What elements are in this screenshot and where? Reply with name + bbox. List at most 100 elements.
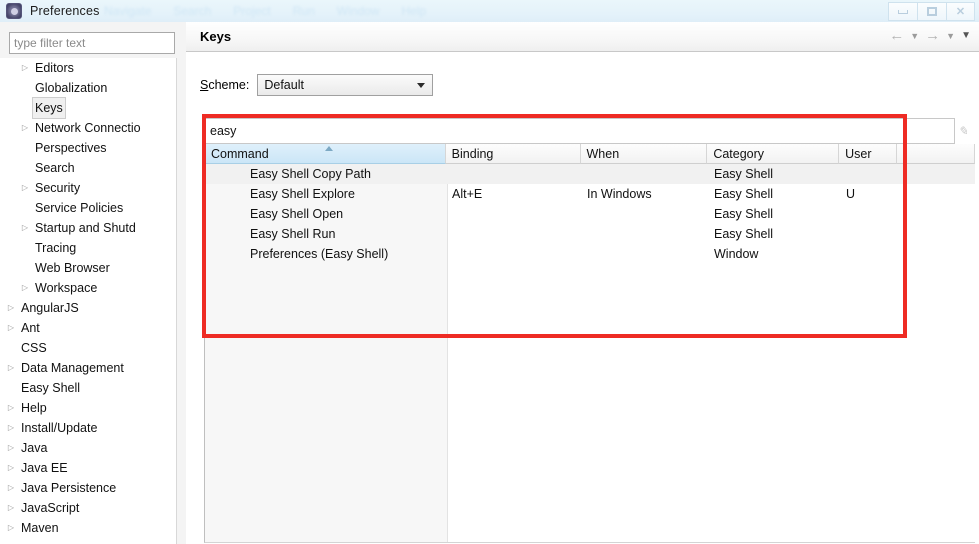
sidebar-item-label: Easy Shell xyxy=(21,381,81,395)
cell-when xyxy=(581,204,708,224)
back-dropdown-icon[interactable]: ▼ xyxy=(910,31,919,41)
column-header-when[interactable]: When xyxy=(580,144,708,164)
column-header-binding[interactable]: Binding xyxy=(445,144,581,164)
sidebar-item-label: Java EE xyxy=(21,461,68,475)
keys-table[interactable]: Command Binding When Category User Easy Shel… xyxy=(204,144,975,335)
sidebar-item-service-policies[interactable]: Service Policies xyxy=(0,198,163,218)
column-header-user[interactable]: User xyxy=(839,144,898,164)
forward-dropdown-icon[interactable]: ▼ xyxy=(946,31,955,41)
title-bar: Preferences xyxy=(0,0,979,22)
expand-arrow-icon[interactable]: ▷ xyxy=(18,218,32,238)
keys-table-header: Command Binding When Category User xyxy=(205,144,975,164)
sidebar-item-javascript[interactable]: ▷ JavaScript xyxy=(0,498,163,518)
sidebar-item-help[interactable]: ▷ Help xyxy=(0,398,163,418)
expand-arrow-icon[interactable]: ▷ xyxy=(4,478,18,498)
tree-filter-input[interactable] xyxy=(9,32,175,54)
chevron-down-icon xyxy=(417,83,426,88)
keys-search-input[interactable] xyxy=(205,119,954,143)
sidebar-item-search[interactable]: Search xyxy=(0,158,163,178)
sidebar-item-tracing[interactable]: Tracing xyxy=(0,238,163,258)
expand-arrow-icon[interactable]: ▷ xyxy=(4,318,18,338)
sidebar-item-web-browser[interactable]: Web Browser xyxy=(0,258,163,278)
expand-arrow-icon[interactable]: ▷ xyxy=(4,438,18,458)
window-title: Preferences xyxy=(30,4,100,18)
table-row[interactable]: Easy Shell Run Easy Shell xyxy=(205,224,975,244)
expand-arrow-icon[interactable]: ▷ xyxy=(4,418,18,438)
cell-binding xyxy=(446,224,581,244)
table-row[interactable]: Easy Shell Copy Path Easy Shell xyxy=(205,164,975,184)
expand-arrow-icon[interactable]: ▷ xyxy=(18,118,32,138)
close-icon: ✕ xyxy=(955,6,966,18)
expand-arrow-icon[interactable]: ▷ xyxy=(4,358,18,378)
cell-command: Easy Shell Open xyxy=(250,207,344,221)
sidebar-item-globalization[interactable]: Globalization xyxy=(0,78,163,98)
keys-page: Keys ← ▼ → ▼ ▼ Scheme: Default ✎ xyxy=(186,22,979,544)
restore-button[interactable] xyxy=(917,2,946,21)
cell-category: Easy Shell xyxy=(714,187,774,201)
cell-user xyxy=(840,204,898,224)
sidebar-item-java[interactable]: ▷ Java xyxy=(0,438,163,458)
cell-when xyxy=(581,244,708,264)
sidebar-item-label: Maven xyxy=(21,521,59,535)
keys-table-body[interactable]: Easy Shell Copy Path Easy Shell Easy Shell… xyxy=(205,164,975,264)
cell-command: Easy Shell Run xyxy=(250,227,336,241)
sidebar-item-label: Data Management xyxy=(21,361,124,375)
column-header-command[interactable]: Command xyxy=(205,144,446,164)
sidebar-item-editors[interactable]: ▷ Editors xyxy=(0,58,163,78)
key-details-white-area xyxy=(447,338,976,542)
sidebar-item-label: Help xyxy=(21,401,47,415)
close-button[interactable]: ✕ xyxy=(946,2,975,21)
forward-icon[interactable]: → xyxy=(925,27,940,44)
expand-arrow-icon[interactable]: ▷ xyxy=(18,278,32,298)
sidebar-item-label: Install/Update xyxy=(21,421,98,435)
sidebar-item-label: Service Policies xyxy=(35,201,124,215)
minimize-button[interactable] xyxy=(888,2,917,21)
back-icon[interactable]: ← xyxy=(889,27,904,44)
table-row[interactable]: Easy Shell Explore Alt+E In Windows Easy Sh… xyxy=(205,184,975,204)
sidebar-item-workspace[interactable]: ▷ Workspace xyxy=(0,278,163,298)
sidebar-item-network-connectio[interactable]: ▷ Network Connectio xyxy=(0,118,163,138)
page-menu-icon[interactable]: ▼ xyxy=(961,30,971,41)
table-row[interactable]: Preferences (Easy Shell) Window xyxy=(205,244,975,264)
sidebar-item-label: Startup and Shutd xyxy=(35,221,136,235)
sidebar-item-data-management[interactable]: ▷ Data Management xyxy=(0,358,163,378)
sidebar-item-java-persistence[interactable]: ▷ Java Persistence xyxy=(0,478,163,498)
sidebar-item-keys[interactable]: Keys xyxy=(0,97,163,119)
sidebar-item-label: Search xyxy=(35,161,75,175)
column-header-filler xyxy=(897,144,975,164)
sidebar-item-startup-and-shutd[interactable]: ▷ Startup and Shutd xyxy=(0,218,163,238)
sidebar-item-label: Workspace xyxy=(35,281,98,295)
sidebar-item-label: Web Browser xyxy=(35,261,110,275)
expand-arrow-icon[interactable]: ▷ xyxy=(18,178,32,198)
sidebar-item-easy-shell[interactable]: Easy Shell xyxy=(0,378,163,398)
scheme-combobox[interactable]: Default xyxy=(257,74,434,96)
sidebar-item-perspectives[interactable]: Perspectives xyxy=(0,138,163,158)
expand-arrow-icon[interactable]: ▷ xyxy=(18,58,32,78)
sidebar-item-ant[interactable]: ▷ Ant xyxy=(0,318,163,338)
clear-icon[interactable]: ✎ xyxy=(952,119,974,143)
sidebar-item-css[interactable]: CSS xyxy=(0,338,163,358)
sidebar-item-install-update[interactable]: ▷ Install/Update xyxy=(0,418,163,438)
sidebar-item-label: Security xyxy=(35,181,81,195)
expand-arrow-icon[interactable]: ▷ xyxy=(4,298,18,318)
preference-tree[interactable]: ▷ Editors Globalization Keys ▷ Network Connec… xyxy=(0,58,177,544)
cell-binding xyxy=(446,164,581,184)
expand-arrow-icon[interactable]: ▷ xyxy=(4,498,18,518)
table-row[interactable]: Easy Shell Open Easy Shell xyxy=(205,204,975,224)
expand-arrow-icon[interactable]: ▷ xyxy=(4,398,18,418)
expand-arrow-icon[interactable]: ▷ xyxy=(4,458,18,478)
sidebar-item-java-ee[interactable]: ▷ Java EE xyxy=(0,458,163,478)
column-header-category[interactable]: Category xyxy=(707,144,840,164)
sidebar-item-label: JavaScript xyxy=(21,501,80,515)
cell-user xyxy=(840,244,898,264)
keys-search-field[interactable] xyxy=(204,118,955,144)
cell-binding xyxy=(446,244,581,264)
sidebar-item-angularjs[interactable]: ▷ AngularJS xyxy=(0,298,163,318)
expand-arrow-icon[interactable]: ▷ xyxy=(4,518,18,538)
cell-category: Easy Shell xyxy=(714,207,774,221)
column-header-label: Binding xyxy=(451,147,494,161)
sidebar-item-label: AngularJS xyxy=(21,301,79,315)
cell-category: Window xyxy=(714,247,759,261)
sidebar-item-security[interactable]: ▷ Security xyxy=(0,178,163,198)
sidebar-item-maven[interactable]: ▷ Maven xyxy=(0,518,163,538)
